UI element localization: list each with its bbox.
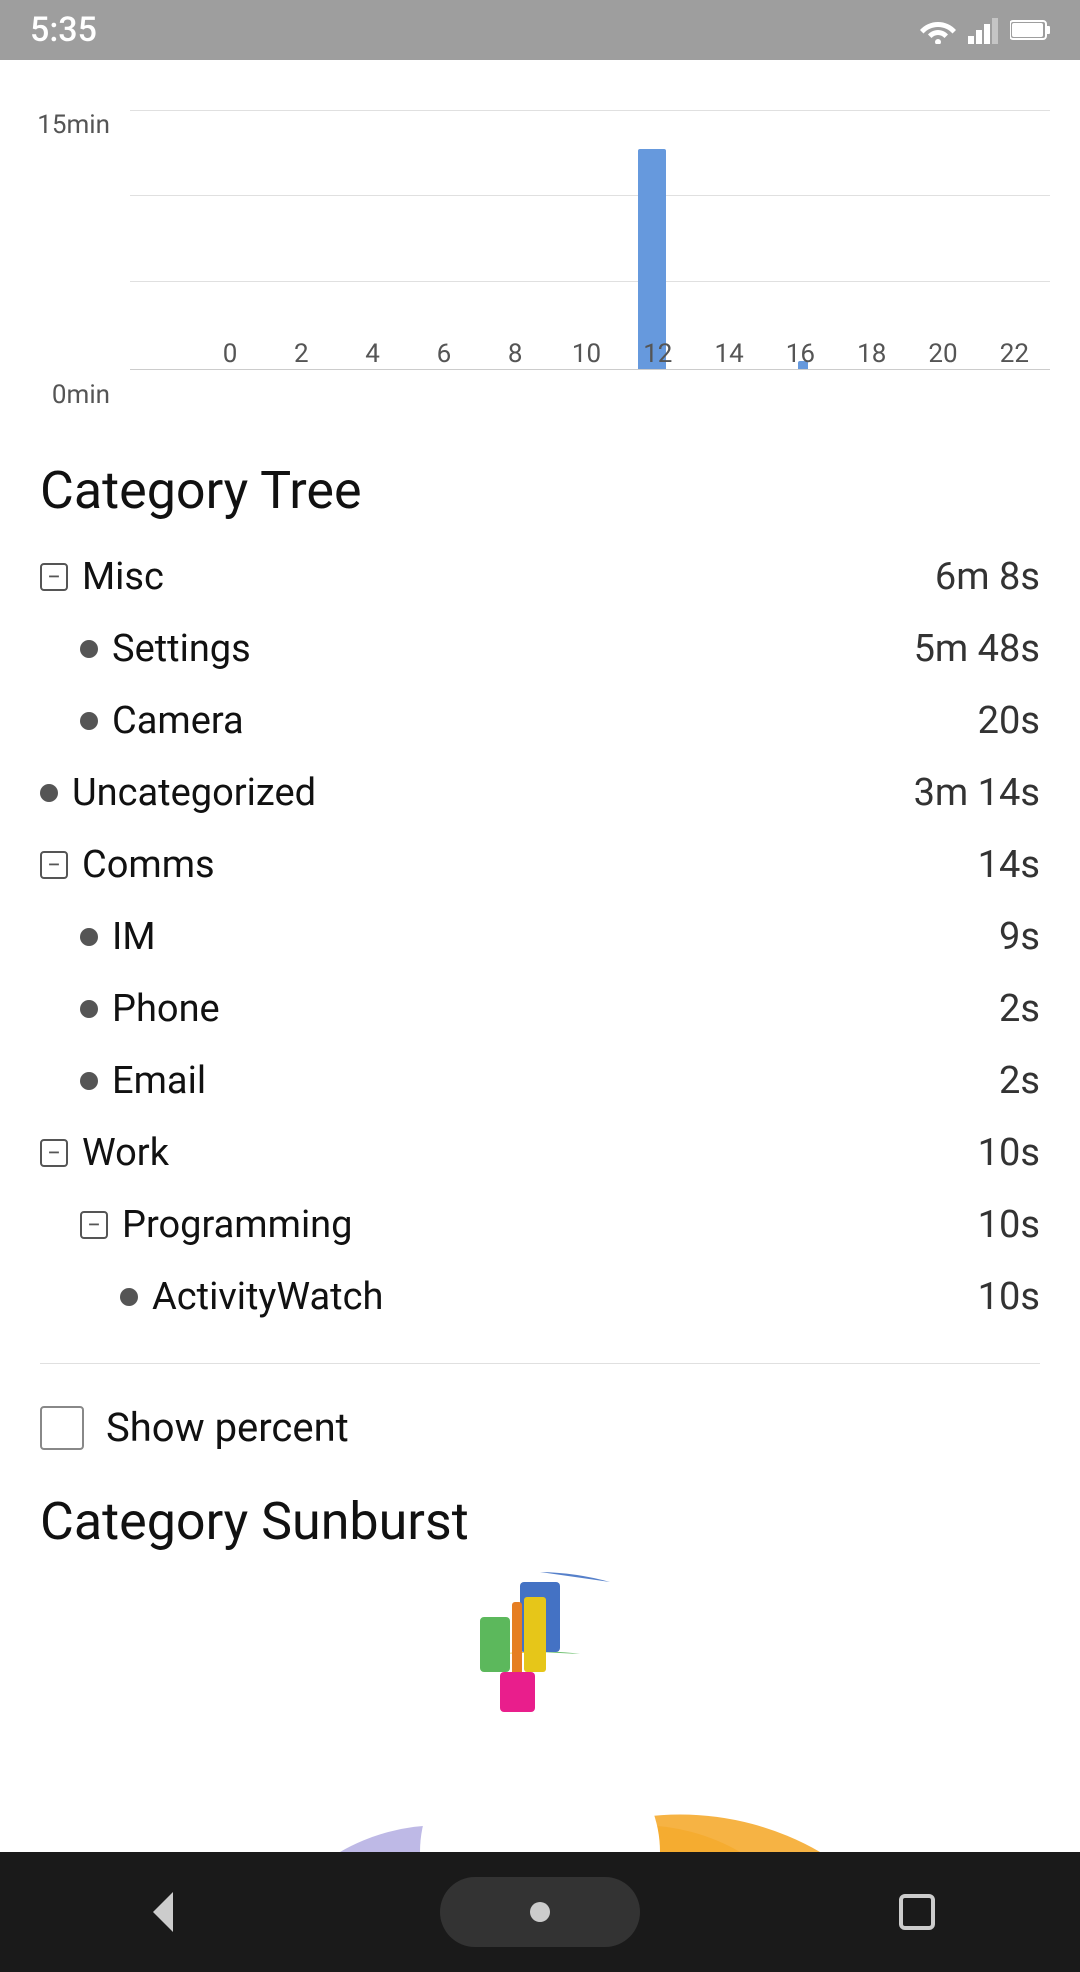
tree-label-comms: Comms [82,843,215,887]
x-label-16: 16 [786,339,815,369]
tree-row-misc[interactable]: Misc 6m 8s [40,541,1040,613]
bullet-email [80,1072,98,1090]
grid-line-mid [130,195,1050,196]
collapse-programming-icon[interactable] [80,1211,108,1239]
grid-line-low [130,281,1050,282]
tree-label-activitywatch: ActivityWatch [152,1275,383,1319]
collapse-work-icon[interactable] [40,1139,68,1167]
tree-value-misc: 6m 8s [935,555,1040,599]
show-percent-checkbox[interactable] [40,1406,84,1450]
bullet-uncategorized [40,784,58,802]
x-label-20: 20 [928,339,957,369]
bullet-activitywatch [120,1288,138,1306]
bullet-phone [80,1000,98,1018]
tree-row-programming[interactable]: Programming 10s [40,1189,1040,1261]
show-percent-row[interactable]: Show percent [0,1374,1080,1481]
x-label-2: 2 [294,339,309,369]
collapse-comms-icon[interactable] [40,851,68,879]
y-label-top: 15min [37,110,110,140]
x-label-14: 14 [715,339,744,369]
tree-label-misc: Misc [82,555,164,599]
chart-x-labels: 0 2 4 6 8 10 12 14 16 18 20 22 [230,329,1050,369]
bar-chart: 15min 0min 0 2 4 6 8 10 12 14 [0,60,1080,440]
chart-y-labels: 15min 0min [30,110,120,410]
bullet-im [80,928,98,946]
x-label-18: 18 [857,339,886,369]
tree-value-im: 9s [999,915,1040,959]
tree-label-settings: Settings [112,627,251,671]
collapse-misc-icon[interactable] [40,563,68,591]
tree-value-camera: 20s [978,699,1040,743]
tree-value-settings: 5m 48s [914,627,1040,671]
chart-plot: 0 2 4 6 8 10 12 14 16 18 20 22 [130,110,1050,370]
tree-label-programming: Programming [122,1203,353,1247]
tree-row-phone: Phone 2s [40,973,1040,1045]
sunburst-svg [190,1572,890,1852]
tree-row-comms[interactable]: Comms 14s [40,829,1040,901]
tree-value-uncategorized: 3m 14s [914,771,1040,815]
bullet-camera [80,712,98,730]
tree-label-uncategorized: Uncategorized [72,771,316,815]
x-label-12: 12 [643,339,672,369]
tree-label-work: Work [82,1131,169,1175]
tree-row-settings: Settings 5m 48s [40,613,1040,685]
back-icon [138,1887,188,1937]
signal-icon [968,16,998,44]
tree-label-email: Email [112,1059,206,1103]
x-label-4: 4 [365,339,380,369]
tree-row-work[interactable]: Work 10s [40,1117,1040,1189]
recents-icon [896,1891,938,1933]
x-label-6: 6 [437,339,452,369]
y-label-bottom: 0min [52,380,110,410]
tree-value-phone: 2s [999,987,1040,1031]
grid-line-top [130,110,1050,111]
status-bar: 5:35 [0,0,1080,60]
x-label-10: 10 [572,339,601,369]
wifi-icon [920,16,956,44]
sunburst-chart [40,1572,1040,1852]
tree-row-email: Email 2s [40,1045,1040,1117]
status-icons [920,16,1050,44]
nav-bar [0,1852,1080,1972]
tree-row-activitywatch: ActivityWatch 10s [40,1261,1040,1333]
tree-value-comms: 14s [978,843,1040,887]
category-tree-section: Category Tree Misc 6m 8s Settings 5m 48s… [0,440,1080,1353]
show-percent-label: Show percent [106,1404,349,1451]
tree-row-camera: Camera 20s [40,685,1040,757]
status-time: 5:35 [30,10,97,50]
tree-label-im: IM [112,915,156,959]
tree-value-work: 10s [978,1131,1040,1175]
nav-back-button[interactable] [113,1862,213,1962]
tree-value-email: 2s [999,1059,1040,1103]
nav-recents-button[interactable] [867,1862,967,1962]
tree-value-programming: 10s [978,1203,1040,1247]
tree-label-phone: Phone [112,987,220,1031]
home-dot-icon [530,1902,550,1922]
battery-icon [1010,19,1050,41]
tree-label-camera: Camera [112,699,244,743]
divider [40,1363,1040,1364]
category-tree-title: Category Tree [40,460,1040,521]
sunburst-section: Category Sunburst [0,1481,1080,1852]
x-label-8: 8 [508,339,523,369]
sunburst-title: Category Sunburst [40,1491,1040,1552]
tree-row-im: IM 9s [40,901,1040,973]
tree-row-uncategorized: Uncategorized 3m 14s [40,757,1040,829]
x-label-0: 0 [223,339,238,369]
tree-value-activitywatch: 10s [978,1275,1040,1319]
bullet-settings [80,640,98,658]
nav-home-button[interactable] [440,1877,640,1947]
x-label-22: 22 [1000,339,1029,369]
